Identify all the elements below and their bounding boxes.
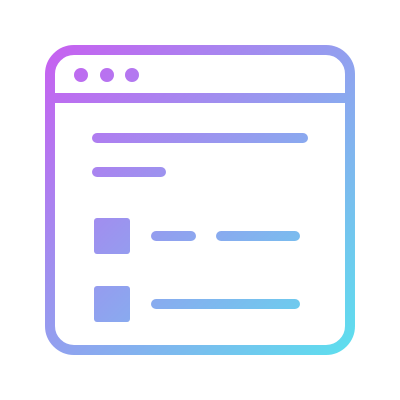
list-item: [94, 218, 300, 254]
icon-canvas: [0, 0, 400, 400]
list-thumbnail: [94, 218, 130, 254]
window-dot: [125, 68, 139, 82]
text-lines: [92, 133, 308, 177]
browser-window-icon: [45, 45, 355, 355]
list-thumbnail: [94, 286, 130, 322]
list-item: [94, 286, 300, 322]
window-dot: [74, 68, 88, 82]
window-dot: [100, 68, 114, 82]
window-controls: [74, 68, 139, 82]
